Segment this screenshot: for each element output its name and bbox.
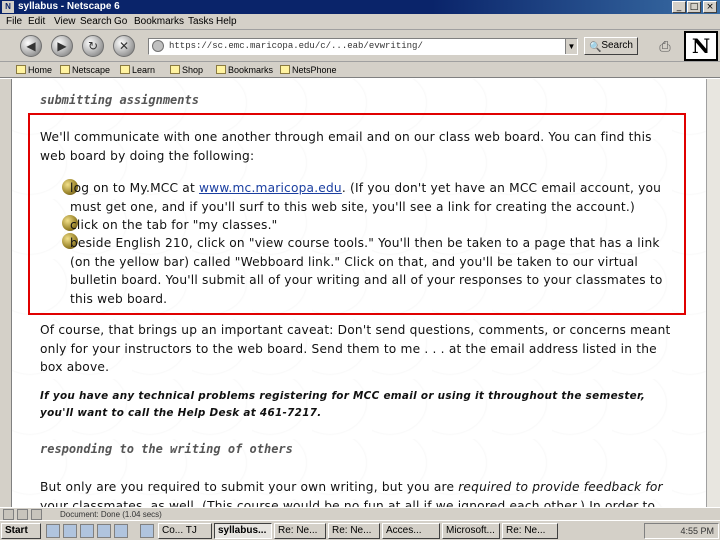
home-icon (16, 65, 26, 74)
mcc-link[interactable]: www.mc.maricopa.edu (199, 181, 342, 195)
menu-go[interactable]: Go (114, 14, 127, 30)
clock[interactable]: 4:55 PM (680, 526, 714, 536)
vertical-scrollbar[interactable] (706, 79, 720, 507)
list-item: log on to My.MCC at www.mc.maricopa.edu.… (70, 181, 662, 214)
caveat-paragraph: Of course, that brings up an important c… (40, 323, 671, 374)
section-heading-responding: responding to the writing of others (40, 442, 293, 456)
section-heading-submitting: submitting assignments (40, 93, 199, 107)
menu-bar: File Edit View Search Go Bookmarks Tasks… (0, 14, 720, 30)
address-bar[interactable]: https://sc.emc.maricopa.edu/c/...eab/evw… (148, 38, 578, 55)
bookmarks-icon (216, 65, 226, 74)
netscape-logo[interactable]: N (684, 31, 718, 61)
quicklaunch-icon[interactable] (46, 524, 60, 538)
taskbar-item[interactable]: Re: Ne... (274, 523, 326, 539)
personal-toolbar: Home Netscape Learn Shop Bookmarks NetsP… (0, 62, 720, 78)
toolbar-learn[interactable]: Learn (120, 62, 155, 78)
taskbar-item[interactable]: Microsoft... (442, 523, 500, 539)
menu-bookmarks[interactable]: Bookmarks (134, 14, 184, 30)
netscape-icon (60, 65, 70, 74)
quicklaunch-icon[interactable] (140, 524, 154, 538)
search-icon: 🔍 (589, 42, 602, 53)
print-icon[interactable]: ⎙ (654, 37, 676, 55)
menu-edit[interactable]: Edit (28, 14, 45, 30)
taskbar-item[interactable]: Acces... (382, 523, 440, 539)
toolbar-shop[interactable]: Shop (170, 62, 203, 78)
toolbar-bookmarks[interactable]: Bookmarks (216, 62, 273, 78)
close-button[interactable]: × (703, 1, 717, 13)
menu-help[interactable]: Help (216, 14, 237, 30)
minimize-button[interactable]: _ (672, 1, 686, 13)
navigation-toolbar: ◀ ▶ ↻ ✕ https://sc.emc.maricopa.edu/c/..… (0, 30, 720, 62)
webboard-intro: We'll communicate with one another throu… (40, 130, 652, 163)
status-icon[interactable] (17, 509, 28, 520)
status-icon[interactable] (31, 509, 42, 520)
list-item: click on the tab for "my classes." (70, 218, 278, 232)
shop-icon (170, 65, 180, 74)
quicklaunch-icon[interactable] (97, 524, 111, 538)
reload-icon[interactable]: ↻ (82, 35, 104, 57)
search-button-label: Search (601, 40, 633, 51)
taskbar: Start Co... TJ syllabus... Re: Ne... Re:… (0, 520, 720, 540)
quicklaunch-icon[interactable] (63, 524, 77, 538)
menu-view[interactable]: View (54, 14, 76, 30)
status-icon[interactable] (3, 509, 14, 520)
helpdesk-note: If you have any technical problems regis… (40, 390, 646, 419)
menu-search[interactable]: Search (80, 14, 112, 30)
taskbar-item[interactable]: Re: Ne... (502, 523, 558, 539)
window-title: syllabus - Netscape 6 (18, 1, 120, 12)
site-icon (152, 40, 164, 52)
quicklaunch-icon[interactable] (114, 524, 128, 538)
taskbar-item-active[interactable]: syllabus... (214, 523, 272, 539)
learn-icon (120, 65, 130, 74)
status-bar: Document: Done (1.04 secs) (0, 507, 720, 520)
search-button[interactable]: 🔍 Search (584, 37, 638, 55)
system-tray: 4:55 PM (644, 523, 719, 539)
sidebar-grippy[interactable] (0, 79, 12, 507)
back-icon[interactable]: ◀ (20, 35, 42, 57)
list-item: beside English 210, click on "view cours… (70, 236, 663, 306)
netscape-app-icon[interactable]: N (2, 1, 14, 13)
page-content: submitting assignments We'll communicate… (12, 79, 706, 507)
address-dropdown-icon[interactable]: ▼ (565, 39, 577, 54)
toolbar-home[interactable]: Home (16, 62, 52, 78)
quicklaunch-icon[interactable] (80, 524, 94, 538)
toolbar-netscape[interactable]: Netscape (60, 62, 110, 78)
menu-file[interactable]: File (6, 14, 22, 30)
title-bar: N syllabus - Netscape 6 _ □ × (0, 0, 720, 14)
taskbar-item[interactable]: Re: Ne... (328, 523, 380, 539)
stop-icon[interactable]: ✕ (113, 35, 135, 57)
taskbar-item[interactable]: Co... TJ (158, 523, 212, 539)
menu-tasks[interactable]: Tasks (188, 14, 214, 30)
netsphone-icon (280, 65, 290, 74)
maximize-button[interactable]: □ (687, 1, 701, 13)
responding-paragraph: But only are you required to submit your… (40, 480, 663, 507)
toolbar-netsphone[interactable]: NetsPhone (280, 62, 337, 78)
start-button[interactable]: Start (1, 523, 41, 539)
forward-icon[interactable]: ▶ (51, 35, 73, 57)
